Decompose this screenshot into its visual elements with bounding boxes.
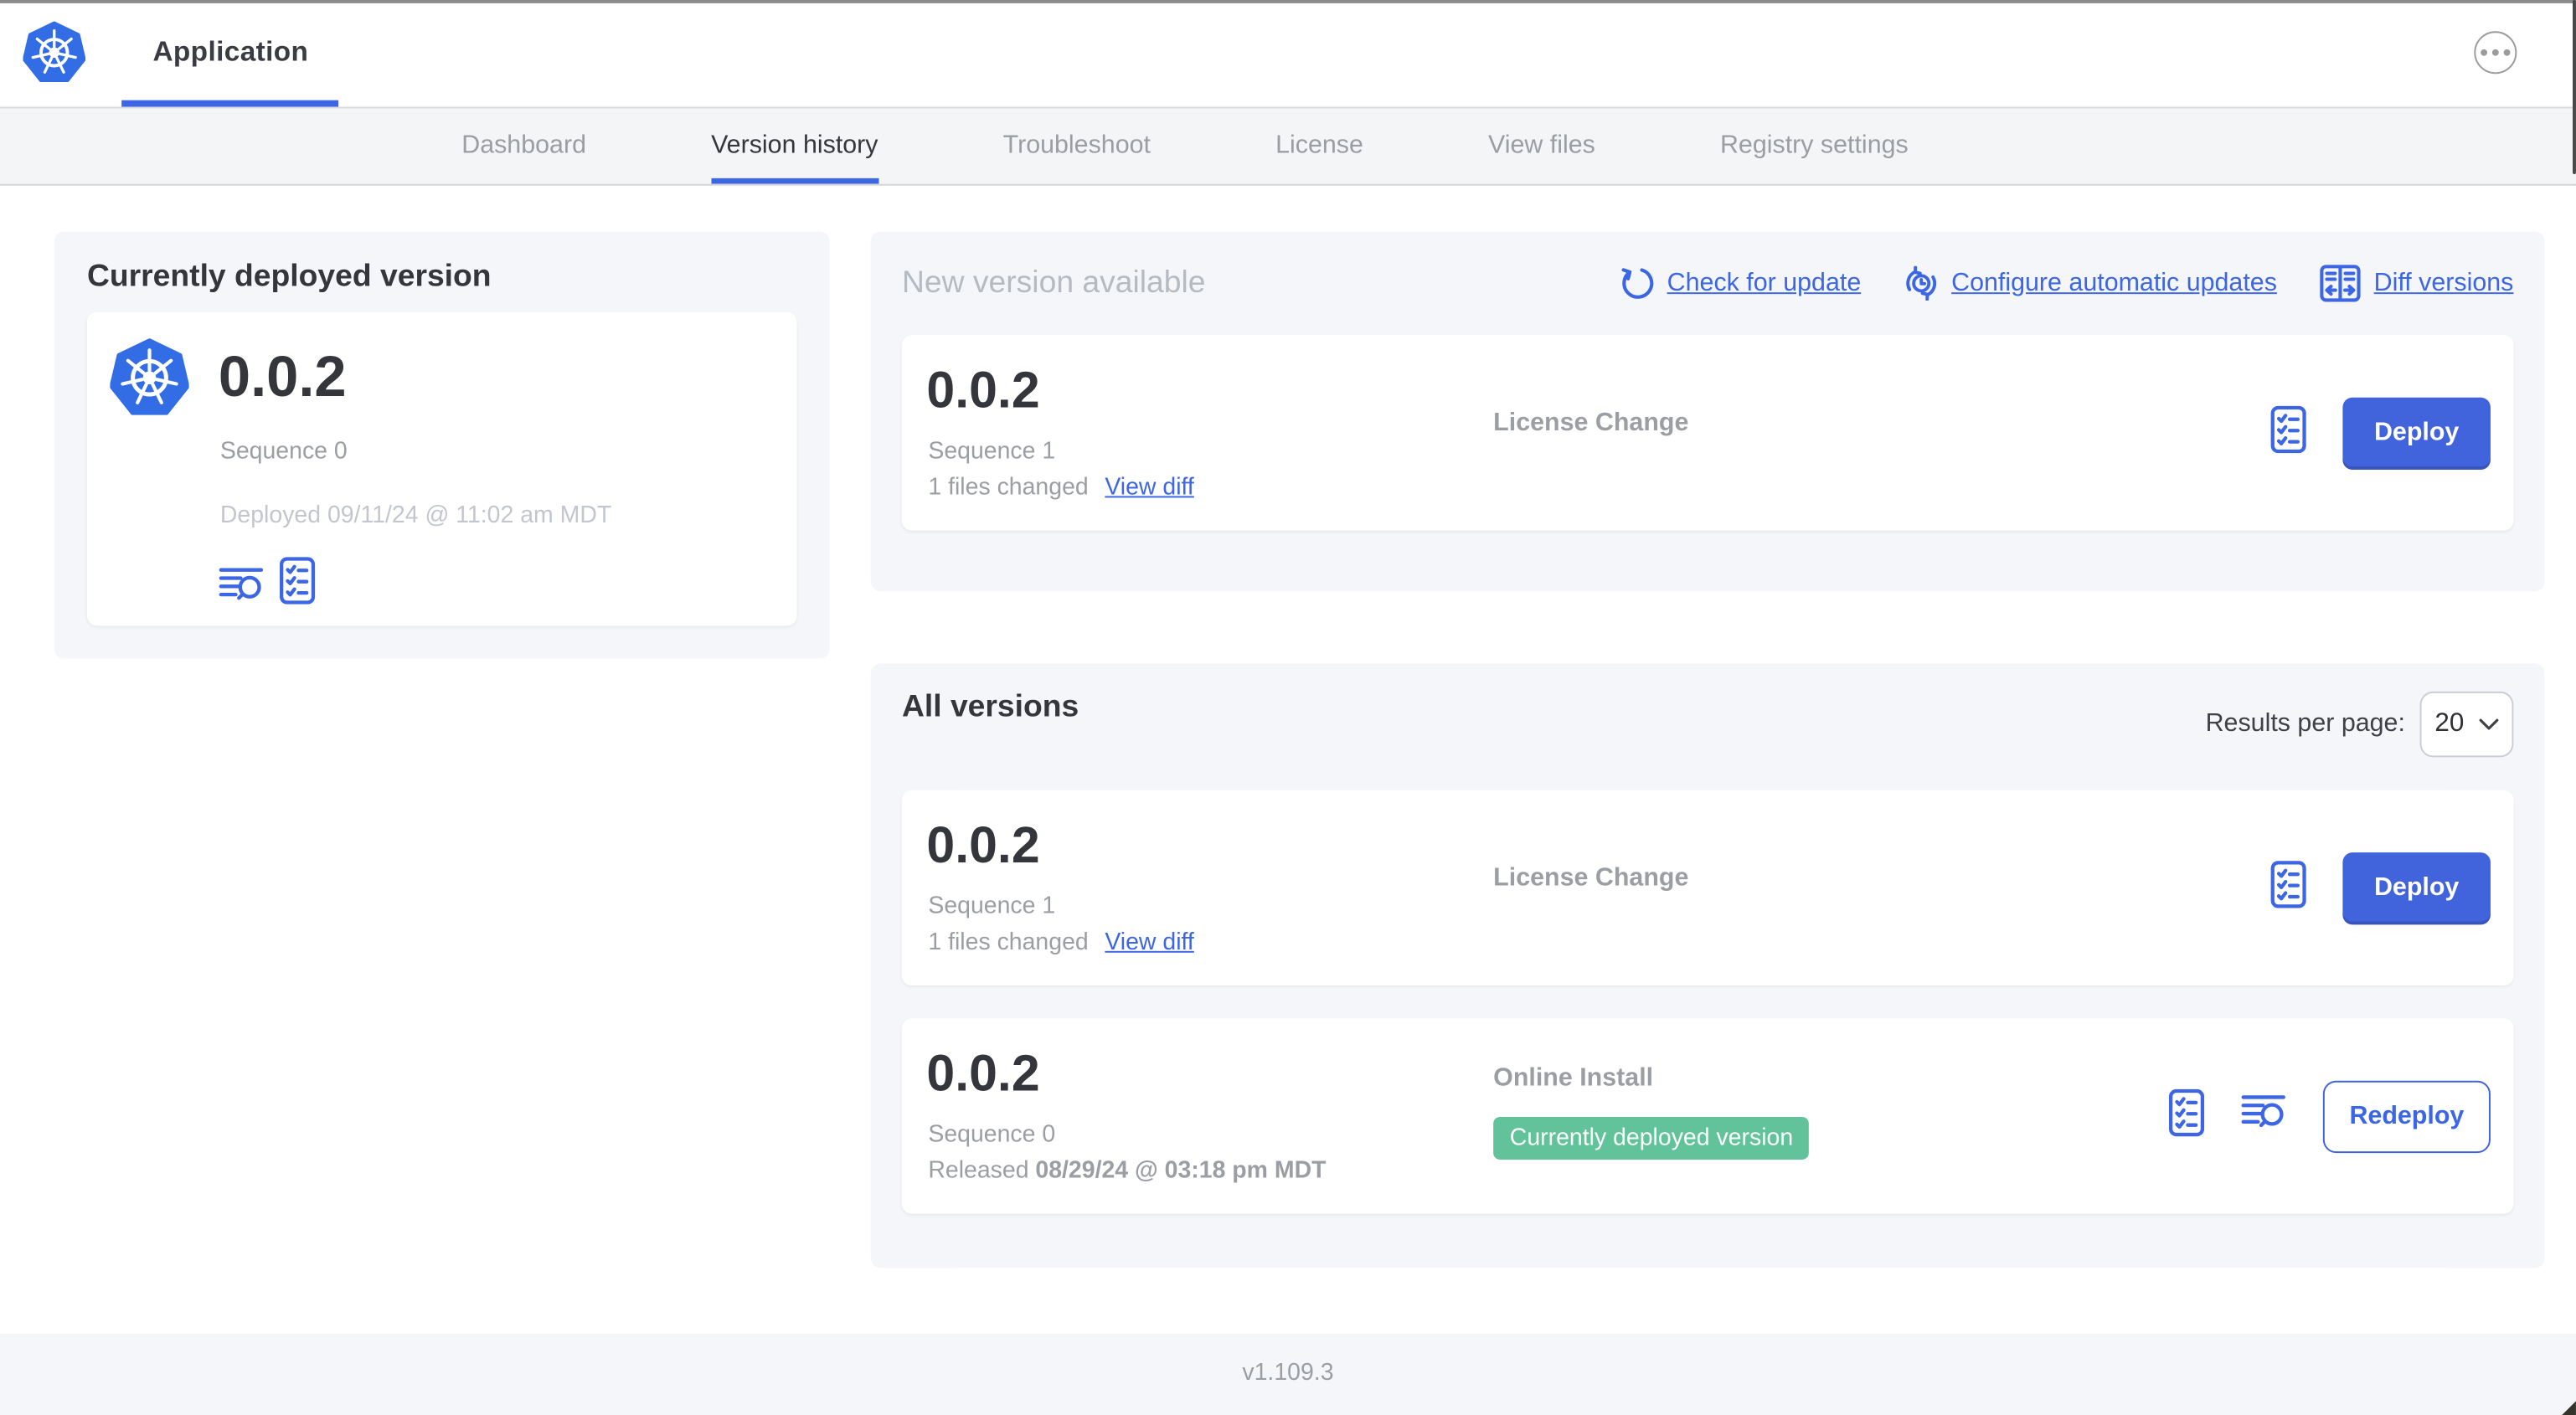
new-version-row: 0.0.2 Sequence 1 1 files changed View dif… (901, 335, 2514, 531)
ellipsis-icon (2481, 49, 2488, 56)
admin-console-page: Application Dashboard Version history Tr… (0, 0, 2576, 1415)
app-header: Application (0, 0, 2576, 107)
row-version-number: 0.0.2 (926, 1044, 1040, 1103)
tab-view-files[interactable]: View files (1488, 108, 1595, 183)
row-sequence: Sequence 1 (928, 893, 1056, 920)
row-source: License Change (1493, 863, 1689, 893)
logs-icon[interactable] (219, 565, 265, 613)
currently-deployed-badge: Currently deployed version (1493, 1116, 1810, 1160)
configure-automatic-updates-link[interactable]: Configure automatic updates (1904, 265, 2277, 301)
refresh-icon (1621, 268, 1653, 299)
check-for-update-link[interactable]: Check for update (1620, 266, 1861, 301)
deployed-version-number: 0.0.2 (218, 344, 347, 409)
checklist-icon[interactable] (279, 557, 316, 613)
results-per-page-select[interactable]: 20 (2419, 691, 2514, 758)
redeploy-button[interactable]: Redeploy (2322, 1079, 2491, 1153)
row-source: License Change (1493, 409, 1689, 437)
results-per-page-value: 20 (2434, 709, 2465, 738)
tab-version-history[interactable]: Version history (711, 108, 878, 183)
view-diff-link[interactable]: View diff (1105, 475, 1193, 501)
kubernetes-logo-icon (23, 21, 86, 82)
check-for-update-label: Check for update (1667, 268, 1862, 297)
app-tab-active-underline (121, 100, 339, 106)
all-versions-title: All versions (901, 689, 1079, 725)
tab-registry-settings[interactable]: Registry settings (1720, 108, 1909, 183)
deployed-version-box: 0.0.2 Sequence 0 Deployed 09/11/24 @ 11:… (86, 311, 797, 626)
row-files-changed: 1 files changed (928, 929, 1089, 956)
row-released-prefix: Released (928, 1157, 1029, 1185)
checklist-icon[interactable] (2270, 404, 2306, 461)
tab-troubleshoot[interactable]: Troubleshoot (1003, 108, 1151, 183)
diff-versions-label: Diff versions (2373, 268, 2514, 297)
checklist-icon[interactable] (2270, 860, 2306, 916)
version-row: 0.0.2 Sequence 0 Released 08/29/24 @ 03:1… (901, 1018, 2514, 1214)
row-source: Online Install (1493, 1064, 1654, 1093)
new-version-card: New version available Check for update C… (870, 231, 2545, 592)
row-version-number: 0.0.2 (926, 361, 1040, 419)
window-resize-grip (2561, 1401, 2576, 1415)
view-diff-link[interactable]: View diff (1105, 929, 1193, 955)
version-row: 0.0.2 Sequence 1 1 files changed View dif… (901, 790, 2514, 986)
new-version-title: New version available (901, 265, 1206, 301)
checklist-icon[interactable] (2168, 1088, 2205, 1145)
all-versions-card: All versions Results per page: 20 0.0.2 … (870, 663, 2545, 1268)
app-nav-tabs: Dashboard Version history Troubleshoot L… (0, 106, 2576, 186)
row-released-date: 08/29/24 @ 03:18 pm MDT (1035, 1157, 1327, 1185)
configure-automatic-updates-label: Configure automatic updates (1951, 268, 2277, 297)
console-version: v1.109.3 (1242, 1360, 1334, 1387)
window-top-edge (0, 0, 2576, 3)
diff-icon (2320, 265, 2361, 302)
row-sequence: Sequence 0 (928, 1121, 1056, 1149)
tab-license[interactable]: License (1275, 108, 1363, 183)
deployed-sequence: Sequence 0 (219, 438, 348, 466)
diff-versions-link[interactable]: Diff versions (2320, 265, 2513, 302)
scrollbar-thumb[interactable] (2572, 0, 2576, 174)
kubernetes-app-icon (110, 338, 189, 415)
deploy-button[interactable]: Deploy (2342, 852, 2491, 924)
deploy-button[interactable]: Deploy (2342, 396, 2491, 470)
row-version-number: 0.0.2 (926, 816, 1040, 874)
row-sequence: Sequence 1 (928, 438, 1056, 466)
row-files-changed: 1 files changed (928, 474, 1089, 502)
logs-icon[interactable] (2241, 1093, 2287, 1140)
results-per-page-label: Results per page: (2205, 709, 2405, 738)
overflow-menu-button[interactable] (2474, 31, 2517, 75)
deployed-card-title: Currently deployed version (86, 259, 492, 295)
deployed-timestamp: Deployed 09/11/24 @ 11:02 am MDT (219, 502, 612, 529)
chevron-down-icon (2479, 718, 2499, 730)
page-footer: v1.109.3 (0, 1333, 2576, 1415)
clock-refresh-icon (1905, 265, 1936, 301)
app-tab-title[interactable]: Application (152, 0, 308, 105)
currently-deployed-card: Currently deployed version 0.0.2 Sequenc… (54, 231, 830, 659)
tab-dashboard[interactable]: Dashboard (461, 108, 586, 183)
